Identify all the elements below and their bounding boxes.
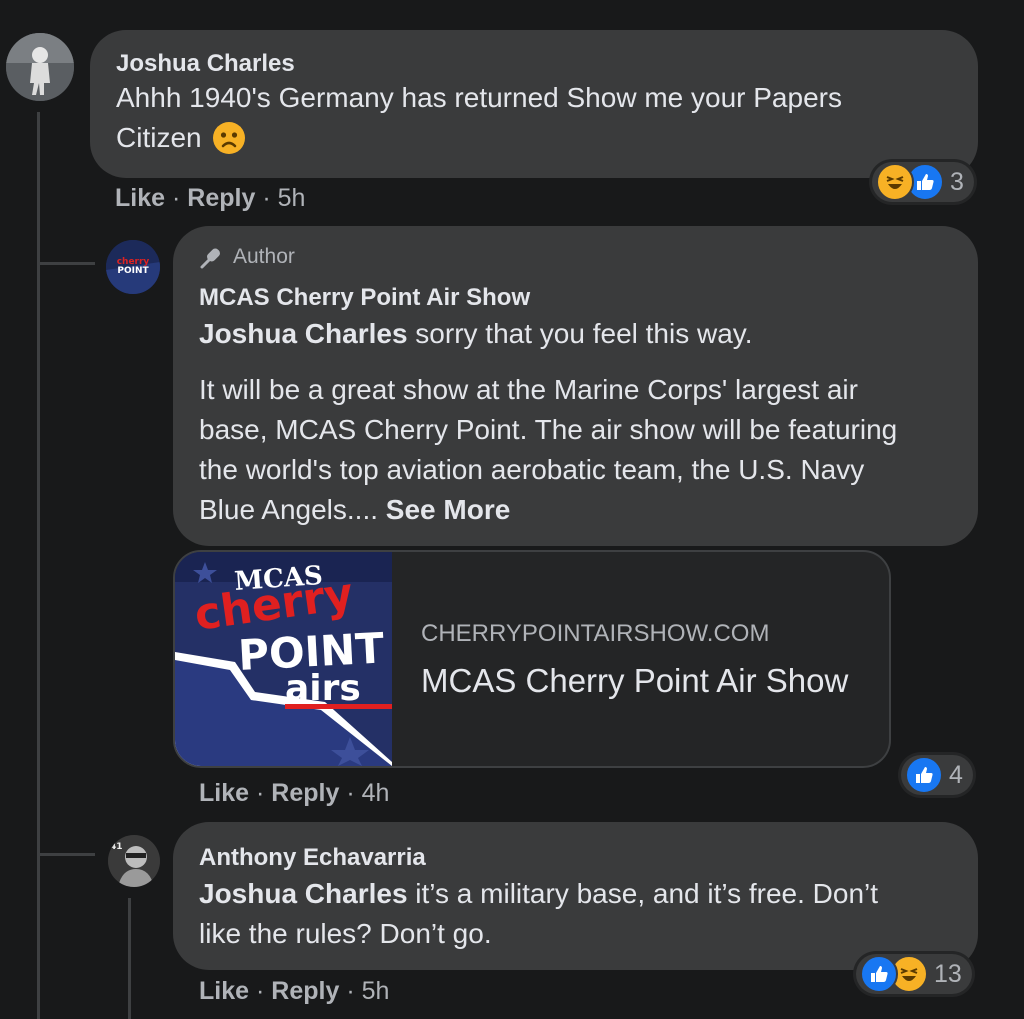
avatar[interactable]: 41	[108, 835, 160, 887]
link-preview-image: MCAS cherry POINT airs	[175, 552, 392, 766]
link-preview-domain: CHERRYPOINTAIRSHOW.COM	[421, 620, 770, 647]
timestamp[interactable]: 5h	[278, 184, 306, 212]
reaction-summary[interactable]: 13	[856, 954, 972, 994]
timestamp[interactable]: 4h	[362, 779, 390, 807]
like-reaction-icon	[860, 955, 898, 993]
microphone-icon	[200, 248, 220, 269]
reply-button[interactable]: Reply	[187, 184, 255, 212]
reaction-count: 4	[949, 760, 963, 789]
airshow-logo-icon: cherry POINT	[106, 240, 160, 294]
frown-emoji-icon	[212, 122, 245, 154]
reaction-count: 3	[950, 167, 964, 196]
comment-author[interactable]: MCAS Cherry Point Air Show	[199, 284, 530, 312]
user-silhouette-icon	[6, 33, 74, 101]
reply-button[interactable]: Reply	[271, 977, 339, 1005]
comment-text: Joshua Charles sorry that you feel this …	[199, 314, 969, 530]
comment-text-span: sorry that you feel this way.	[407, 318, 753, 349]
avatar[interactable]: cherry POINT	[106, 240, 160, 294]
comment-text-span: Blue Angels....	[199, 494, 379, 525]
comment-text-line: Joshua Charles it’s a military base, and…	[199, 874, 969, 914]
comment-text-line: Blue Angels.... See More	[199, 490, 969, 530]
thread-line-sub	[128, 898, 131, 1019]
like-button[interactable]: Like	[199, 977, 249, 1005]
like-reaction-icon	[905, 756, 943, 794]
comment-actions: Like · Reply · 5h	[115, 184, 305, 213]
separator: ·	[346, 779, 355, 807]
airshow-logo-image: MCAS cherry POINT airs	[175, 552, 392, 766]
comment-text-line: the world's top aviation aerobatic team,…	[199, 454, 865, 485]
comment-text-span: it’s a military base, and it’s free. Don…	[407, 878, 879, 909]
comment-actions: Like · Reply · 4h	[199, 779, 389, 808]
comment-text: Joshua Charles it’s a military base, and…	[199, 874, 969, 954]
comment-author[interactable]: Anthony Echavarria	[199, 844, 426, 872]
avatar[interactable]	[6, 33, 74, 101]
timestamp[interactable]: 5h	[362, 977, 390, 1005]
thread-branch-1	[37, 262, 95, 265]
svg-text:41: 41	[110, 842, 123, 852]
author-badge-label: Author	[233, 245, 295, 268]
comment-author[interactable]: Joshua Charles	[116, 50, 295, 78]
user-photo-icon: 41	[108, 835, 160, 887]
link-preview-title[interactable]: MCAS Cherry Point Air Show	[421, 662, 848, 700]
comment-actions: Like · Reply · 5h	[199, 977, 389, 1006]
mention-link[interactable]: Joshua Charles	[199, 878, 408, 909]
separator: ·	[255, 779, 265, 807]
comment-text-line: It will be a great show at the Marine Co…	[199, 374, 858, 405]
link-preview-card[interactable]: MCAS cherry POINT airs CHERRYPOINTAIRSHO…	[173, 550, 891, 768]
comment-text-line: base, MCAS Cherry Point. The air show wi…	[199, 414, 898, 445]
reaction-count: 13	[934, 959, 962, 988]
reply-button[interactable]: Reply	[271, 779, 339, 807]
reaction-summary[interactable]: 3	[872, 162, 974, 202]
svg-text:POINT: POINT	[117, 266, 149, 276]
haha-reaction-icon	[876, 163, 914, 201]
mention-link[interactable]: Joshua Charles	[199, 318, 408, 349]
comment-text-line: Ahhh 1940's Germany has returned Show me…	[116, 82, 842, 113]
comment-text-line: Joshua Charles sorry that you feel this …	[199, 314, 969, 354]
separator: ·	[171, 184, 181, 212]
separator: ·	[262, 184, 271, 212]
comment-text-line: Citizen	[116, 118, 966, 158]
thread-line-main	[37, 112, 40, 1019]
thread-branch-2	[37, 853, 95, 856]
see-more-link[interactable]: See More	[386, 494, 511, 525]
comment-text: Ahhh 1940's Germany has returned Show me…	[116, 78, 966, 158]
comment-bubble: Joshua Charles Ahhh 1940's Germany has r…	[90, 30, 978, 178]
author-badge: Author	[199, 244, 295, 270]
comment-text-line: like the rules? Don’t go.	[199, 918, 492, 949]
like-button[interactable]: Like	[115, 184, 165, 212]
reaction-summary[interactable]: 4	[901, 755, 973, 795]
comment-bubble: Author MCAS Cherry Point Air Show Joshua…	[173, 226, 978, 546]
logo-text-airs: airs	[285, 668, 361, 709]
comment-text-word: Citizen	[116, 122, 202, 153]
comment-bubble: Anthony Echavarria Joshua Charles it’s a…	[173, 822, 978, 970]
separator: ·	[255, 977, 265, 1005]
like-button[interactable]: Like	[199, 779, 249, 807]
separator: ·	[346, 977, 355, 1005]
